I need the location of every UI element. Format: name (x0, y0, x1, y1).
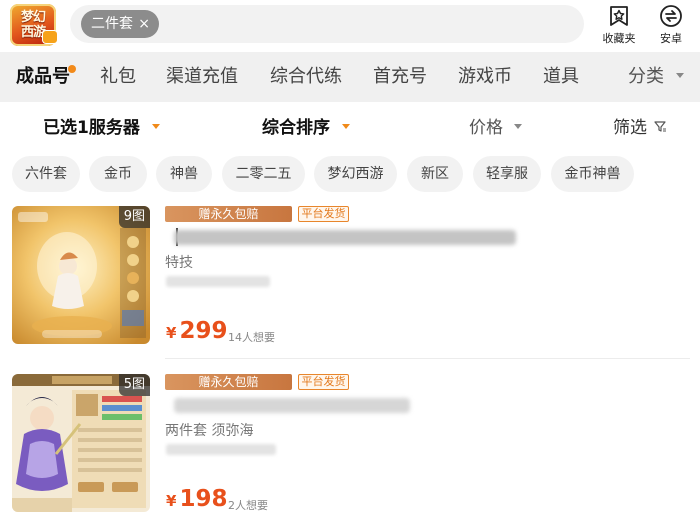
filter-button[interactable]: 筛选 (613, 106, 667, 150)
price-value: 299 (179, 318, 228, 344)
category-tabs: 成品号 礼包 渠道充值 综合代练 首充号 游戏币 道具 分类 (0, 52, 700, 102)
divider (165, 358, 690, 359)
guarantee-badge: 赠永久包赔 (165, 206, 292, 222)
tab-label: 首充号 (373, 66, 427, 87)
active-dot-icon (68, 65, 76, 73)
tab-power-leveling[interactable]: 综合代练 (270, 52, 342, 102)
star-box-icon (610, 6, 628, 26)
server-filter-label: 已选1服务器 (43, 118, 140, 138)
listing-subtitle: 特技 (165, 255, 193, 271)
tab-first-recharge-account[interactable]: 首充号 (373, 52, 427, 102)
app-logo[interactable]: 梦幻 西游 (10, 4, 58, 46)
tab-label: 成品号 (16, 66, 70, 87)
tab-label: 道具 (543, 66, 579, 87)
tag-chip[interactable]: 二零二五 (222, 156, 305, 192)
filter-bar: 已选1服务器 综合排序 价格 筛选 (0, 106, 700, 150)
platform-delivery-badge: 平台发货 (298, 374, 349, 390)
tag-chip-row: 六件套 金币 神兽 二零二五 梦幻西游 新区 轻享服 金币神兽 (0, 156, 700, 192)
redacted-seller-info (166, 276, 270, 287)
search-chip[interactable]: 二件套 × (81, 10, 159, 38)
want-count: 14人想要 (228, 331, 275, 344)
guarantee-badge: 赠永久包赔 (165, 374, 292, 390)
tag-chip[interactable]: 金币神兽 (551, 156, 634, 192)
listing-thumbnail[interactable]: 5图 (12, 374, 150, 512)
redacted-title (174, 230, 516, 245)
search-input[interactable]: 二件套 × (70, 5, 584, 43)
price-sort-button[interactable]: 价格 (469, 106, 523, 150)
android-switch-icon (660, 5, 682, 27)
tab-items[interactable]: 道具 (543, 52, 579, 102)
listing-price: ¥198 (166, 486, 227, 512)
chevron-down-icon (341, 124, 350, 129)
category-more-label: 分类 (628, 66, 664, 87)
tag-chip[interactable]: 轻享服 (473, 156, 541, 192)
redacted-title (174, 398, 410, 413)
tab-game-currency[interactable]: 游戏币 (458, 52, 512, 102)
sort-label: 综合排序 (262, 118, 330, 138)
tag-chip[interactable]: 六件套 (12, 156, 80, 192)
top-bar: 梦幻 西游 二件套 × 收藏夹 安卓 (0, 0, 700, 50)
tab-label: 综合代练 (270, 66, 342, 87)
image-count-badge: 5图 (118, 374, 150, 396)
platform-delivery-badge: 平台发货 (298, 206, 349, 222)
listing-card[interactable]: 9图 赠永久包赔 平台发货 特技 ¥299 14人想要 (0, 206, 700, 356)
currency-symbol: ¥ (166, 492, 177, 510)
image-count-badge: 9图 (118, 206, 150, 228)
tab-finished-account[interactable]: 成品号 (16, 52, 76, 102)
sort-button[interactable]: 综合排序 (262, 106, 350, 150)
chevron-down-icon (514, 124, 523, 129)
funnel-icon (654, 121, 667, 132)
listing-price: ¥299 (166, 318, 227, 344)
search-chip-label: 二件套 (91, 16, 133, 32)
tab-gift-pack[interactable]: 礼包 (100, 52, 136, 102)
want-count: 2人想要 (228, 499, 268, 512)
filter-label: 筛选 (613, 118, 647, 138)
server-filter-button[interactable]: 已选1服务器 (43, 106, 160, 150)
listing-subtitle: 两件套 须弥海 (165, 423, 254, 439)
logo-badge-icon (42, 30, 58, 44)
tag-chip[interactable]: 金币 (89, 156, 147, 192)
category-more-button[interactable]: 分类 (628, 52, 684, 102)
tab-channel-recharge[interactable]: 渠道充值 (166, 52, 238, 102)
chevron-down-icon (151, 124, 160, 129)
tab-label: 游戏币 (458, 66, 512, 87)
redacted-seller-info (166, 444, 276, 455)
chevron-down-icon (675, 73, 684, 78)
tag-chip[interactable]: 神兽 (156, 156, 212, 192)
listing-card[interactable]: 5图 赠永久包赔 平台发货 两件套 须弥海 ¥198 2人想要 (0, 374, 700, 524)
favorites-label: 收藏夹 (602, 32, 636, 45)
price-value: 198 (179, 486, 228, 512)
favorites-button[interactable]: 收藏夹 (597, 4, 641, 48)
listing-thumbnail[interactable]: 9图 (12, 206, 150, 344)
price-sort-label: 价格 (469, 118, 503, 138)
logo-text-line1: 梦幻 (20, 10, 46, 25)
tab-label: 渠道充值 (166, 66, 238, 87)
platform-switch-button[interactable]: 安卓 (649, 4, 693, 48)
close-icon[interactable]: × (138, 10, 150, 38)
tab-label: 礼包 (100, 66, 136, 87)
currency-symbol: ¥ (166, 324, 177, 342)
platform-label: 安卓 (660, 32, 682, 45)
tag-chip[interactable]: 梦幻西游 (314, 156, 397, 192)
tag-chip[interactable]: 新区 (407, 156, 463, 192)
